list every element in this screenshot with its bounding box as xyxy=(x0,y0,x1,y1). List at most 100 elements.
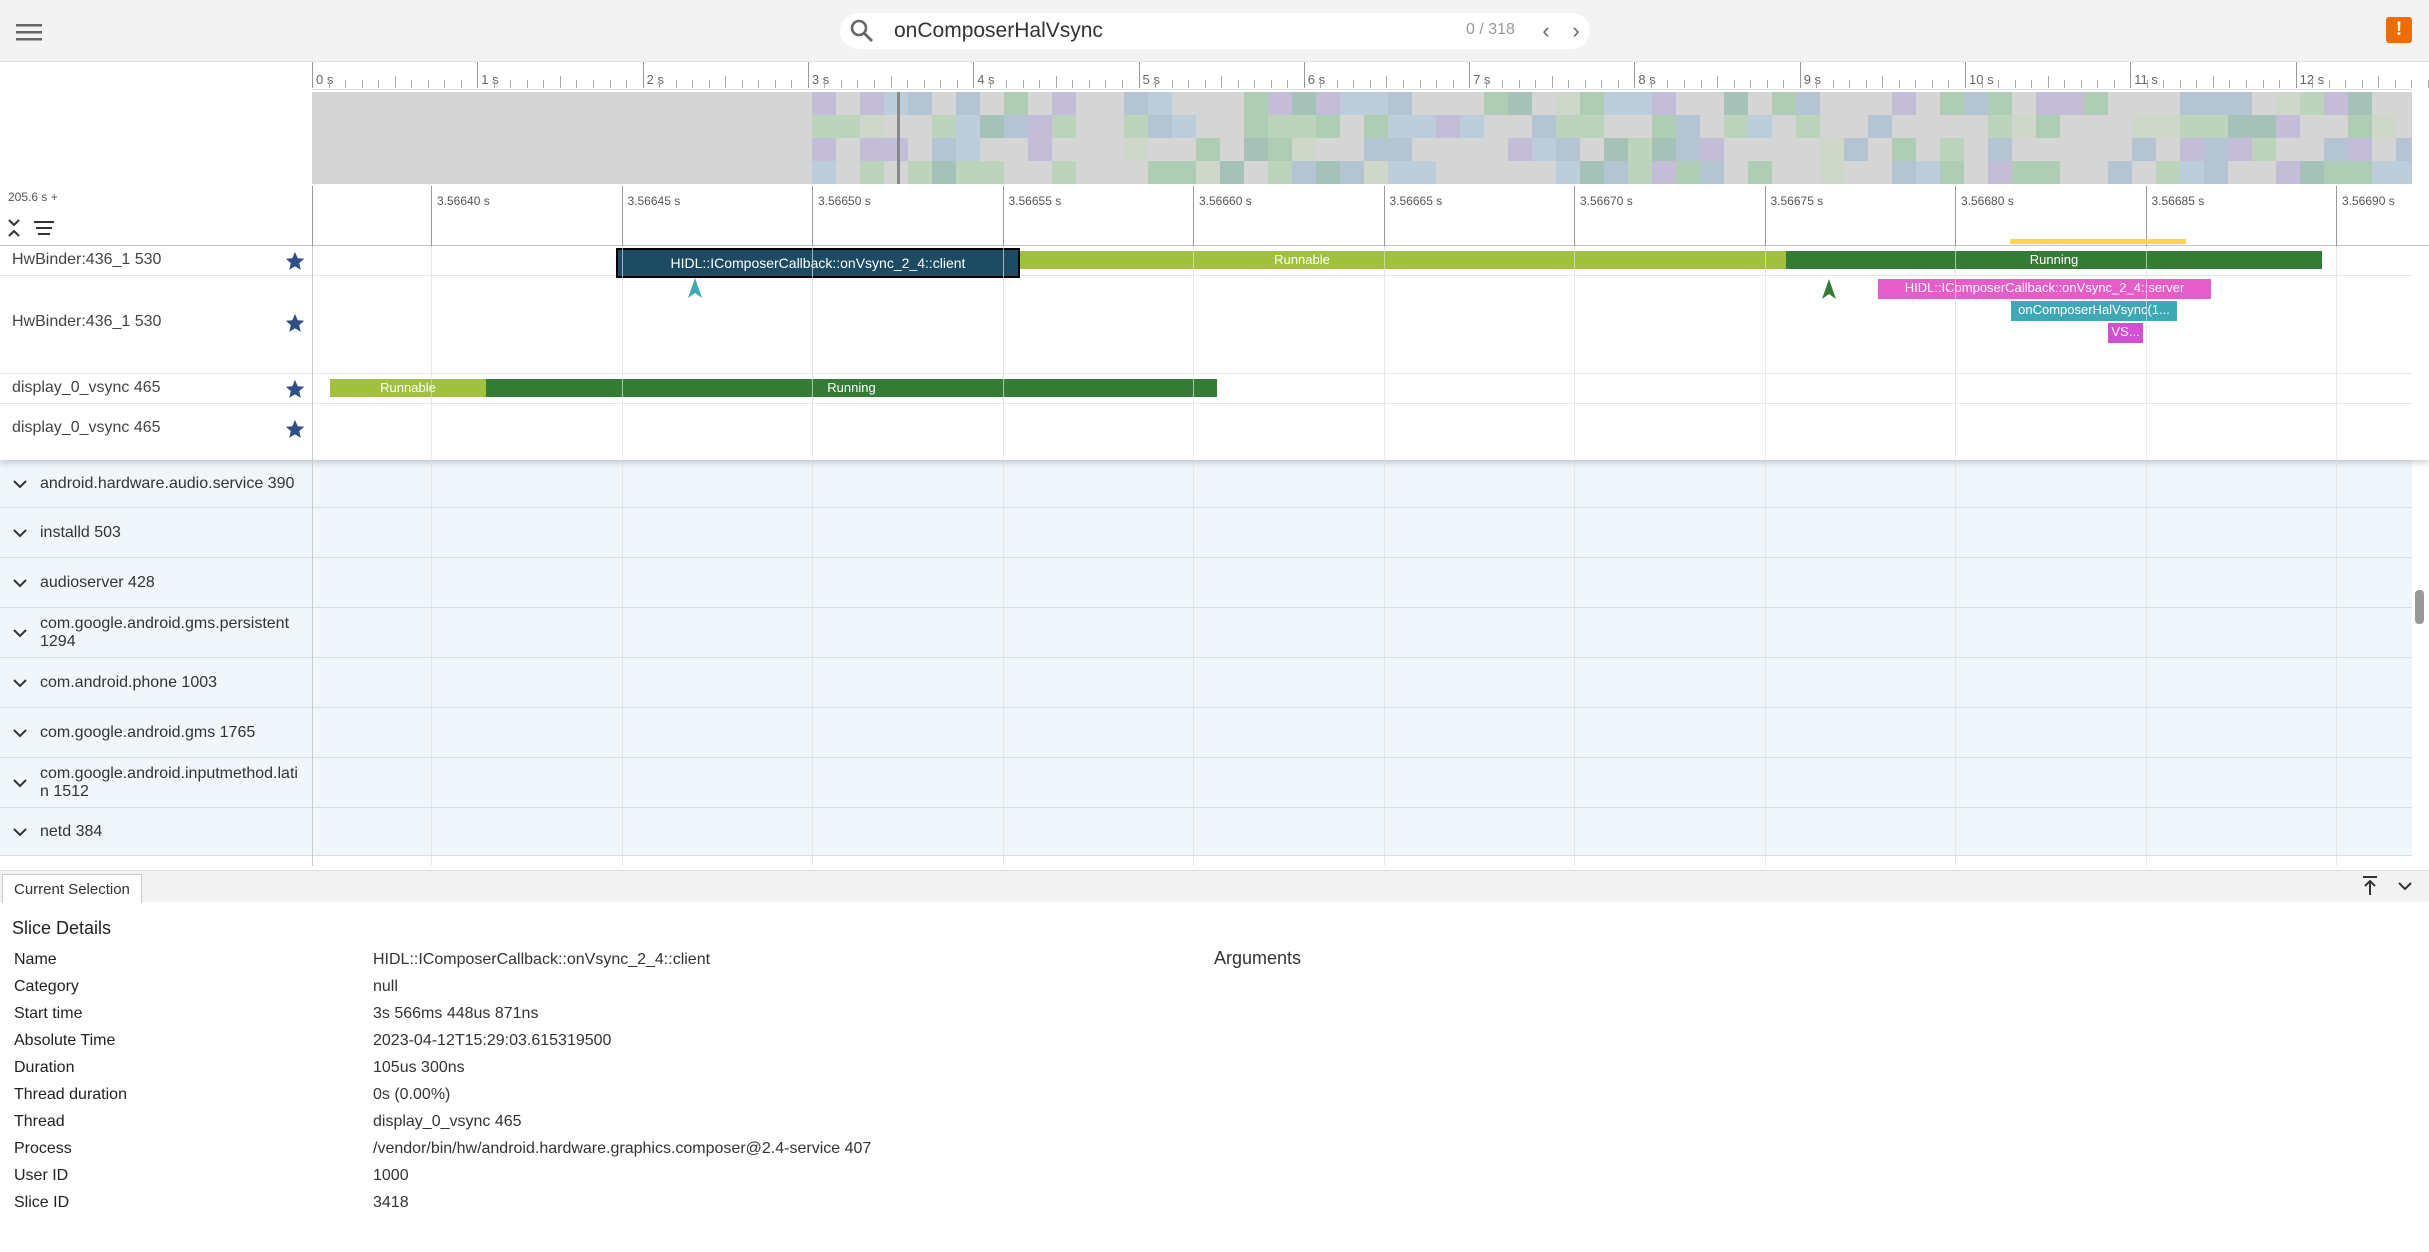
visible-window-marker[interactable] xyxy=(897,92,900,184)
selection-tick xyxy=(2336,186,2337,246)
selection-tick-label: 3.56660 s xyxy=(1199,194,1252,208)
ruler-minor-tick xyxy=(840,80,842,88)
ruler-minor-tick xyxy=(361,80,363,88)
arguments-title: Arguments xyxy=(1214,948,1302,968)
pin-to-top-icon[interactable] xyxy=(2360,875,2380,897)
pinned-track-thread-state[interactable]: HwBinder:436_1 530 Runnable Running xyxy=(0,239,2412,276)
overview-cell xyxy=(1244,115,1268,138)
star-icon[interactable] xyxy=(284,312,306,334)
chevron-down-icon[interactable] xyxy=(12,775,28,791)
overview-timeline[interactable] xyxy=(312,92,2412,184)
detail-value[interactable]: /vendor/bin/hw/android.hardware.graphics… xyxy=(373,1140,871,1158)
chevron-down-icon[interactable] xyxy=(12,824,28,840)
overview-cell xyxy=(1364,92,1388,115)
overview-cell xyxy=(1988,138,2012,161)
process-group[interactable]: installd 503 xyxy=(0,508,2412,558)
search-result-count: 0 / 318 xyxy=(1466,21,1515,38)
search-input[interactable] xyxy=(894,18,1374,44)
chevron-down-icon[interactable] xyxy=(12,725,28,741)
ruler-minor-tick xyxy=(2394,80,2396,88)
chevron-down-icon[interactable] xyxy=(2396,877,2414,895)
process-name: n 1512 xyxy=(40,783,89,800)
overview-cell xyxy=(1556,161,1580,184)
track-filter-icon[interactable] xyxy=(32,220,56,236)
slice-oncomposerhalvsync[interactable]: onComposerHalVsync(1... xyxy=(2011,301,2177,321)
overview-cell xyxy=(1388,161,1412,184)
overview-cell xyxy=(2276,92,2300,115)
chevron-down-icon[interactable] xyxy=(12,525,28,541)
previous-result-button[interactable]: ‹ xyxy=(1534,19,1558,43)
process-group[interactable]: netd 384 xyxy=(0,808,2412,856)
slice-vs[interactable]: VS... xyxy=(2108,323,2143,343)
thread-state-running[interactable]: Running xyxy=(1786,251,2322,269)
grid-line xyxy=(1574,246,1575,866)
pinned-track-slices[interactable]: HwBinder:436_1 530 HIDL::IComposerCallba… xyxy=(0,276,2412,374)
ruler-minor-tick xyxy=(378,80,380,88)
detail-value[interactable]: display_0_vsync 465 xyxy=(373,1113,522,1131)
overview-cell xyxy=(884,92,908,115)
star-icon[interactable] xyxy=(284,378,306,400)
process-group[interactable]: com.google.android.inputmethod.lati n 151… xyxy=(0,758,2412,808)
collapse-all-icon[interactable] xyxy=(6,216,22,240)
slice-onvsync-server[interactable]: HIDL::IComposerCallback::onVsync_2_4::se… xyxy=(1878,279,2211,299)
overview-cell xyxy=(956,115,980,138)
process-name: com.android.phone 1003 xyxy=(40,674,218,691)
search-box[interactable]: 0 / 318 ‹ › xyxy=(840,13,1590,49)
thread-state-runnable[interactable]: Runnable xyxy=(330,379,486,397)
chevron-down-icon[interactable] xyxy=(12,476,28,492)
selection-tick xyxy=(1193,186,1194,246)
chevron-down-icon[interactable] xyxy=(12,575,28,591)
overview-cell xyxy=(2036,92,2060,115)
pinned-track-thread-state[interactable]: display_0_vsync 465 Runnable Running xyxy=(0,374,2412,404)
star-icon[interactable] xyxy=(284,418,306,440)
cpu-running-indicator xyxy=(2010,239,2186,244)
overview-cell xyxy=(2252,115,2276,138)
ruler-minor-tick xyxy=(2229,80,2231,88)
process-group[interactable]: com.google.android.gms.persistent 1294 xyxy=(0,608,2412,658)
flow-arrow-icon[interactable] xyxy=(1822,279,1836,301)
detail-value[interactable]: HIDL::IComposerCallback::onVsync_2_4::cl… xyxy=(373,951,710,969)
ruler-minor-tick xyxy=(2262,80,2264,88)
flow-arrow-icon[interactable] xyxy=(688,278,702,298)
overview-cell xyxy=(1172,115,1196,138)
menu-icon[interactable] xyxy=(14,20,44,44)
process-group[interactable]: com.android.phone 1003 xyxy=(0,658,2412,708)
overview-cell xyxy=(1172,161,1196,184)
overview-cell xyxy=(1940,138,1964,161)
process-group[interactable]: android.hardware.audio.service 390 xyxy=(0,460,2412,508)
pinned-track-slices[interactable]: display_0_vsync 465 HIDL::IComposerCallb… xyxy=(0,248,2412,460)
chevron-down-icon[interactable] xyxy=(12,675,28,691)
ruler-tick xyxy=(1469,62,1471,88)
error-alert-icon[interactable]: ! xyxy=(2386,17,2412,43)
chevron-down-icon[interactable] xyxy=(12,625,28,641)
ruler-minor-tick xyxy=(1204,80,1206,88)
ruler-tick xyxy=(2130,62,2132,88)
tab-current-selection[interactable]: Current Selection xyxy=(2,874,142,903)
star-icon[interactable] xyxy=(284,250,306,272)
overview-cell xyxy=(2348,115,2372,138)
detail-label: Process xyxy=(14,1140,72,1157)
process-group[interactable]: com.google.android.gms 1765 xyxy=(0,708,2412,758)
ruler-minor-tick xyxy=(1353,80,1355,88)
scrollbar[interactable] xyxy=(2412,460,2429,870)
next-result-button[interactable]: › xyxy=(1564,19,1588,43)
process-group[interactable]: audioserver 428 xyxy=(0,558,2412,608)
overview-cell xyxy=(860,161,884,184)
overview-cell xyxy=(2036,115,2060,138)
selection-tick-label: 3.56645 s xyxy=(627,194,681,208)
detail-label: Absolute Time xyxy=(14,1032,116,1049)
overview-cell xyxy=(1268,161,1292,184)
ruler-minor-tick xyxy=(1336,80,1338,88)
scrollbar-thumb[interactable] xyxy=(2415,590,2424,624)
detail-value: 2023-04-12T15:29:03.615319500 xyxy=(373,1032,612,1049)
ruler-minor-tick xyxy=(725,76,727,88)
ruler-minor-tick xyxy=(411,80,413,88)
overview-cell xyxy=(1940,92,1964,115)
slice-onvsync-client-selected[interactable]: HIDL::IComposerCallback::onVsync_2_4::cl… xyxy=(616,248,1020,278)
overview-cell xyxy=(1388,138,1412,161)
ruler-minor-tick xyxy=(1287,80,1289,88)
overview-cell xyxy=(1196,138,1220,161)
thread-state-running[interactable]: Running xyxy=(486,379,1217,397)
overview-cell xyxy=(1724,115,1748,138)
overview-cell xyxy=(1508,138,1532,161)
